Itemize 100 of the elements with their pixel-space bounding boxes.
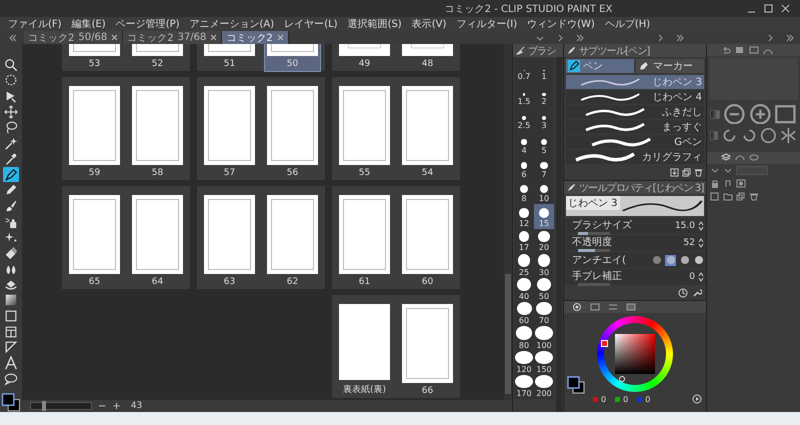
brush-size-option[interactable]: 7	[534, 156, 554, 180]
tool-button[interactable]	[3, 151, 19, 166]
zoom-slider[interactable]	[30, 402, 92, 410]
document-tab[interactable]: コミック2 37/68	[123, 31, 222, 44]
antialias-option[interactable]	[665, 254, 676, 266]
brush-size-option[interactable]: 150	[534, 350, 554, 376]
tool-button[interactable]	[3, 136, 19, 151]
brush-size-option[interactable]: 6	[514, 156, 534, 180]
tool-button[interactable]	[3, 167, 19, 182]
property-value[interactable]: 0	[689, 272, 695, 282]
brush-size-option[interactable]: 3	[534, 106, 554, 132]
document-tab[interactable]: コミック2 50/68	[24, 31, 124, 44]
subtool-item[interactable]: ふきだし	[566, 105, 704, 119]
menu-item[interactable]: ページ管理(P)	[116, 17, 180, 31]
zoom-in-button[interactable]: +	[112, 400, 121, 412]
antialias-option[interactable]	[679, 254, 690, 266]
brush-size-option[interactable]: 50	[534, 278, 554, 302]
page-thumbnail[interactable]	[204, 195, 255, 274]
menu-item[interactable]: 表示(V)	[412, 17, 446, 31]
color-swatches-drawing[interactable]	[1, 393, 21, 412]
subtool-item[interactable]: Gペン	[566, 135, 704, 149]
property-slider[interactable]	[578, 232, 610, 234]
page-thumbnail[interactable]	[267, 195, 318, 274]
brush-size-option[interactable]: 2	[534, 82, 554, 107]
brush-size-option[interactable]: 1.5	[514, 82, 534, 107]
brush-size-option[interactable]: 10	[534, 180, 554, 204]
color-marker[interactable]	[619, 376, 625, 382]
property-slider[interactable]	[578, 248, 610, 252]
tool-button[interactable]	[3, 246, 19, 261]
rotation-bar[interactable]	[710, 131, 718, 140]
menu-item[interactable]: アニメーション(A)	[190, 17, 274, 31]
close-icon[interactable]	[781, 4, 790, 13]
page-thumbnail[interactable]	[402, 195, 453, 274]
page-thumbnail[interactable]	[69, 195, 120, 274]
property-value[interactable]: 52	[684, 238, 695, 248]
subtool-item[interactable]: カリグラフィ	[566, 150, 704, 164]
page-thumbnail[interactable]	[132, 195, 183, 274]
zoom-bar[interactable]	[710, 110, 720, 119]
tool-button[interactable]	[3, 104, 19, 120]
tool-button[interactable]	[3, 324, 19, 340]
menu-item[interactable]: ヘルプ(H)	[604, 17, 650, 31]
menu-item[interactable]: 編集(E)	[72, 17, 106, 31]
menu-item[interactable]: ファイル(F)	[8, 17, 62, 31]
property-value[interactable]: 15.0	[674, 221, 695, 231]
brush-size-option[interactable]: 20	[534, 228, 554, 254]
subtool-group-tab[interactable]: マーカー	[636, 59, 704, 73]
menu-item[interactable]: レイヤー(L)	[284, 17, 338, 31]
brush-size-option[interactable]: 12	[514, 204, 534, 229]
brush-size-option[interactable]: 25	[514, 253, 534, 278]
brush-size-option[interactable]: 80	[514, 326, 534, 351]
brush-size-option[interactable]: 8	[514, 180, 534, 204]
subtool-group-tab[interactable]: ペン	[566, 59, 634, 73]
page-thumbnail[interactable]	[132, 86, 183, 165]
menu-item[interactable]: フィルター(I)	[456, 17, 518, 31]
tool-button[interactable]	[3, 57, 19, 72]
subtool-item[interactable]: じわペン 3	[566, 75, 704, 89]
brush-size-option[interactable]: 200	[534, 375, 554, 400]
opacity-field[interactable]	[736, 166, 768, 175]
menu-item[interactable]: ウィンドウ(W)	[527, 17, 595, 31]
brush-size-option[interactable]: 2.5	[514, 106, 534, 132]
page-thumbnail[interactable]	[339, 86, 390, 165]
page-thumbnail[interactable]	[402, 86, 453, 165]
tool-button[interactable]	[3, 340, 19, 355]
page-thumbnail[interactable]	[69, 86, 120, 165]
maximize-icon[interactable]	[764, 4, 773, 13]
hue-marker[interactable]	[601, 340, 608, 347]
scrollbar-thumb[interactable]	[505, 274, 511, 394]
brush-size-option[interactable]: 15	[534, 204, 554, 229]
brush-size-option[interactable]: 60	[514, 302, 534, 326]
zoom-out-button[interactable]: −	[98, 400, 106, 412]
page-thumbnail[interactable]	[339, 304, 390, 380]
document-tab[interactable]: コミック2	[222, 31, 289, 44]
brush-size-option[interactable]: 40	[514, 278, 534, 302]
chevron-right-icon	[556, 34, 564, 42]
page-thumbnail[interactable]	[402, 304, 453, 383]
menu-item[interactable]: 選択範囲(S)	[348, 17, 402, 31]
tool-button[interactable]	[3, 72, 19, 88]
tool-button[interactable]	[3, 371, 19, 386]
brush-size-option[interactable]: 0.7	[514, 58, 534, 82]
subtool-item[interactable]: じわペン 4	[566, 90, 704, 104]
page-thumbnail[interactable]	[339, 195, 390, 274]
brush-size-option[interactable]: 170	[514, 375, 534, 400]
brush-size-option[interactable]: 100	[534, 326, 554, 351]
brush-size-option[interactable]: 1	[534, 58, 554, 82]
brush-size-option[interactable]: 120	[514, 350, 534, 376]
brush-size-option[interactable]: 4	[514, 131, 534, 156]
page-thumbnail[interactable]	[204, 86, 255, 165]
tool-button[interactable]	[3, 292, 19, 308]
brush-size-option[interactable]: 30	[534, 253, 554, 278]
brush-size-option[interactable]: 70	[534, 302, 554, 326]
brush-size-option[interactable]: 5	[534, 131, 554, 156]
brush-size-option[interactable]: 17	[514, 228, 534, 254]
antialias-option[interactable]	[651, 254, 662, 266]
color-square[interactable]	[615, 334, 655, 374]
page-thumbnail[interactable]	[267, 86, 318, 165]
subtool-item[interactable]: まっすぐ	[566, 120, 704, 134]
tool-button[interactable]	[3, 308, 19, 324]
antialias-option[interactable]	[693, 254, 704, 266]
tool-button[interactable]	[3, 356, 19, 371]
color-swatches-drawing[interactable]	[567, 376, 585, 394]
